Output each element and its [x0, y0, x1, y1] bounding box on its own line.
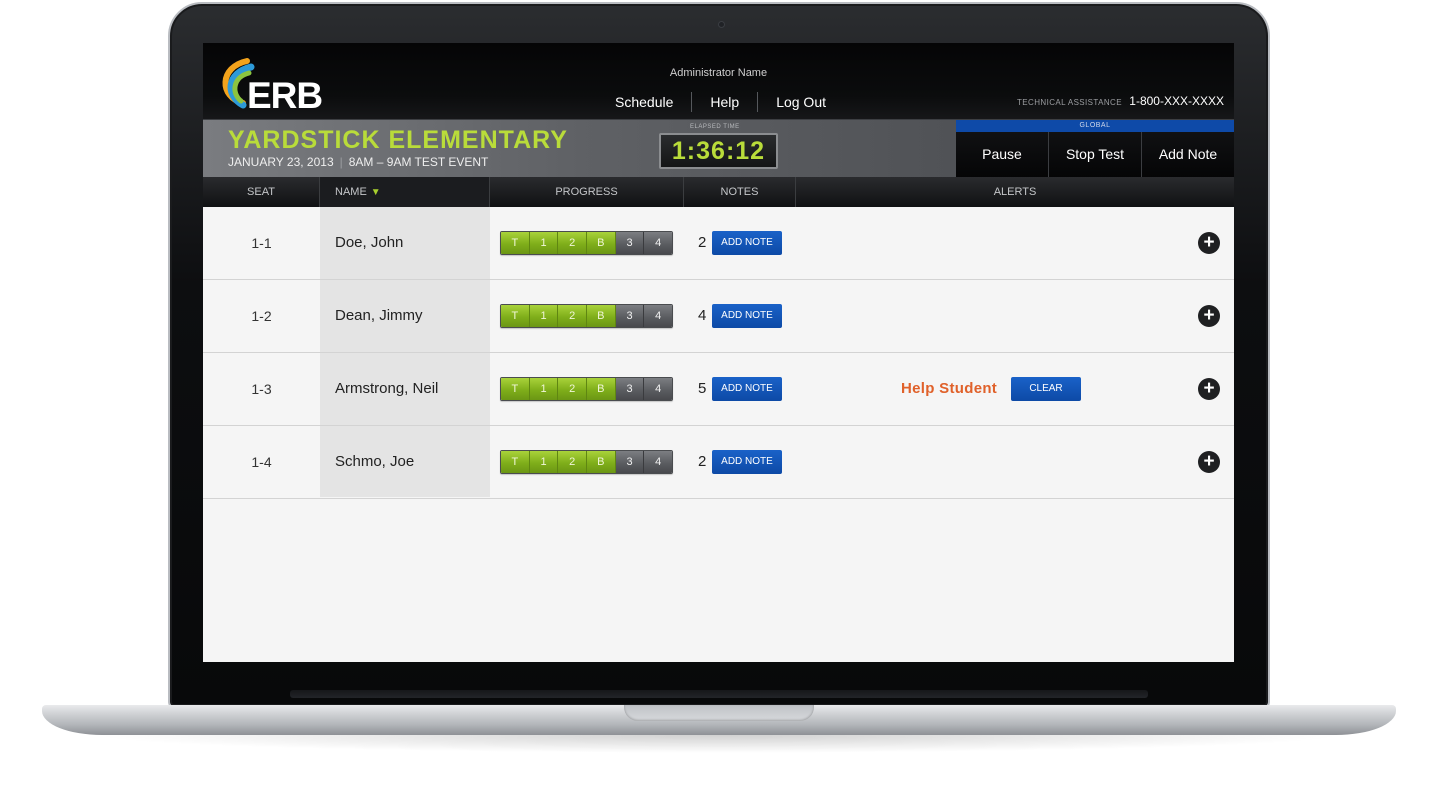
progress-segment: 3	[615, 451, 645, 473]
student-name[interactable]: Armstrong, Neil	[335, 353, 438, 425]
add-note-button[interactable]: ADD NOTE	[712, 377, 782, 401]
admin-name-label: Administrator Name	[669, 67, 768, 79]
elapsed-timer: 1:36:12	[659, 133, 778, 169]
clear-alert-button[interactable]: CLEAR	[1011, 377, 1081, 401]
laptop-base	[42, 705, 1396, 735]
progress-bar: T12B34	[500, 450, 673, 474]
column-alerts[interactable]: ALERTS	[796, 177, 1234, 207]
progress-segment: B	[587, 305, 616, 327]
column-name[interactable]: NAME ▼	[320, 177, 490, 207]
table-row: 1-3 Armstrong, Neil T 1 2 B 3 4 5 ADD NOTE Help St…	[203, 353, 1234, 426]
nav-log-out[interactable]: Log Out	[758, 91, 844, 113]
progress-segment: T	[501, 378, 530, 400]
technical-assistance: Technical Assistance 1-800-XXX-XXXX	[1017, 94, 1224, 108]
add-note-button[interactable]: ADD NOTE	[712, 450, 782, 474]
global-buttons: Pause Stop Test Add Note	[956, 132, 1234, 177]
progress-segment: 4	[644, 305, 672, 327]
add-note-button[interactable]: ADD NOTE	[712, 304, 782, 328]
seat-cell: 1-1	[251, 235, 272, 251]
event-date: JANUARY 23, 2013 | 8AM – 9AM TEST EVENT	[228, 155, 488, 169]
logo-text: ERB	[247, 75, 323, 116]
progress-bar: T12B34	[500, 377, 673, 401]
progress-segment: 3	[615, 232, 645, 254]
expand-plus-icon[interactable]: +	[1198, 451, 1220, 473]
progress-segment: T	[501, 451, 530, 473]
progress-bar: T12B34	[500, 304, 673, 328]
progress-bar: T12B34	[500, 231, 673, 255]
app-screen: ERB Administrator Name Schedule Help Log…	[203, 43, 1234, 662]
progress-segment: 3	[615, 305, 645, 327]
event-time-text: 8AM – 9AM TEST EVENT	[348, 155, 489, 169]
column-seat[interactable]: SEAT	[203, 177, 320, 207]
student-name[interactable]: Schmo, Joe	[335, 426, 414, 498]
add-note-button[interactable]: ADD NOTE	[712, 231, 782, 255]
progress-segment: 2	[558, 451, 588, 473]
progress-segment: 1	[529, 378, 559, 400]
student-table: 1-1 Doe, John T 1 2 B 3 4 2 ADD NOTE +1-2 Dean, Jim…	[203, 207, 1234, 662]
note-count: 5	[698, 380, 707, 397]
seat-cell: 1-2	[251, 308, 272, 324]
progress-segment: 2	[558, 232, 588, 254]
progress-segment: 1	[529, 451, 559, 473]
progress-segment: B	[587, 378, 616, 400]
progress-segment: 1	[529, 305, 559, 327]
student-name[interactable]: Dean, Jimmy	[335, 280, 423, 352]
table-row: 1-2 Dean, Jimmy T 1 2 B 3 4 4 ADD NOTE +	[203, 280, 1234, 353]
progress-segment: B	[587, 451, 616, 473]
progress-segment: 4	[644, 451, 672, 473]
admin-name: Administrator Name	[203, 67, 1234, 79]
table-row: 1-4 Schmo, Joe T 1 2 B 3 4 2 ADD NOTE +	[203, 426, 1234, 499]
nav-help[interactable]: Help	[692, 91, 757, 113]
note-count: 2	[698, 234, 707, 251]
table-row: 1-1 Doe, John T 1 2 B 3 4 2 ADD NOTE +	[203, 207, 1234, 280]
elapsed-time-label: Elapsed Time	[690, 124, 740, 130]
global-label: Global	[956, 120, 1234, 132]
school-name: YARDSTICK ELEMENTARY	[228, 126, 568, 154]
table-header: SEAT NAME ▼ PROGRESS NOTES ALERTS	[203, 177, 1234, 207]
sort-arrow-icon[interactable]: ▼	[371, 187, 381, 198]
column-progress[interactable]: PROGRESS	[490, 177, 684, 207]
progress-segment: 4	[644, 232, 672, 254]
column-name-label: NAME	[335, 186, 367, 198]
laptop-shadow	[90, 735, 1348, 753]
expand-plus-icon[interactable]: +	[1198, 305, 1220, 327]
progress-segment: 3	[615, 378, 645, 400]
column-notes[interactable]: NOTES	[684, 177, 796, 207]
expand-plus-icon[interactable]: +	[1198, 232, 1220, 254]
event-date-text: JANUARY 23, 2013	[228, 155, 334, 169]
main-nav: Schedule Help Log Out	[597, 91, 844, 113]
stop-test-button[interactable]: Stop Test	[1048, 132, 1141, 177]
progress-segment: 1	[529, 232, 559, 254]
note-count: 2	[698, 453, 707, 470]
add-note-global-button[interactable]: Add Note	[1141, 132, 1234, 177]
tech-assistance-label: Technical Assistance	[1017, 98, 1122, 107]
tech-phone: 1-800-XXX-XXXX	[1129, 94, 1224, 108]
pause-button[interactable]: Pause	[956, 132, 1048, 177]
lid-hinge	[290, 690, 1148, 698]
progress-segment: B	[587, 232, 616, 254]
progress-segment: 4	[644, 378, 672, 400]
seat-cell: 1-3	[251, 381, 272, 397]
event-info: YARDSTICK ELEMENTARY JANUARY 23, 2013 | 8A…	[203, 120, 956, 177]
global-controls: Global Pause Stop Test Add Note	[956, 120, 1234, 177]
erb-logo: ERB	[213, 57, 323, 116]
laptop-notch	[624, 705, 814, 721]
progress-segment: 2	[558, 378, 588, 400]
progress-segment: 2	[558, 305, 588, 327]
nav-schedule[interactable]: Schedule	[597, 91, 691, 113]
note-count: 4	[698, 307, 707, 324]
date-separator: |	[339, 155, 343, 169]
progress-segment: T	[501, 305, 530, 327]
camera-icon	[718, 21, 725, 28]
progress-segment: T	[501, 232, 530, 254]
seat-cell: 1-4	[251, 454, 272, 470]
alert-help-student: Help Student	[901, 380, 998, 397]
student-name[interactable]: Doe, John	[335, 207, 403, 279]
expand-plus-icon[interactable]: +	[1198, 378, 1220, 400]
top-nav-bar: ERB Administrator Name Schedule Help Log…	[203, 43, 1234, 120]
event-header: YARDSTICK ELEMENTARY JANUARY 23, 2013 | 8A…	[203, 120, 1234, 177]
